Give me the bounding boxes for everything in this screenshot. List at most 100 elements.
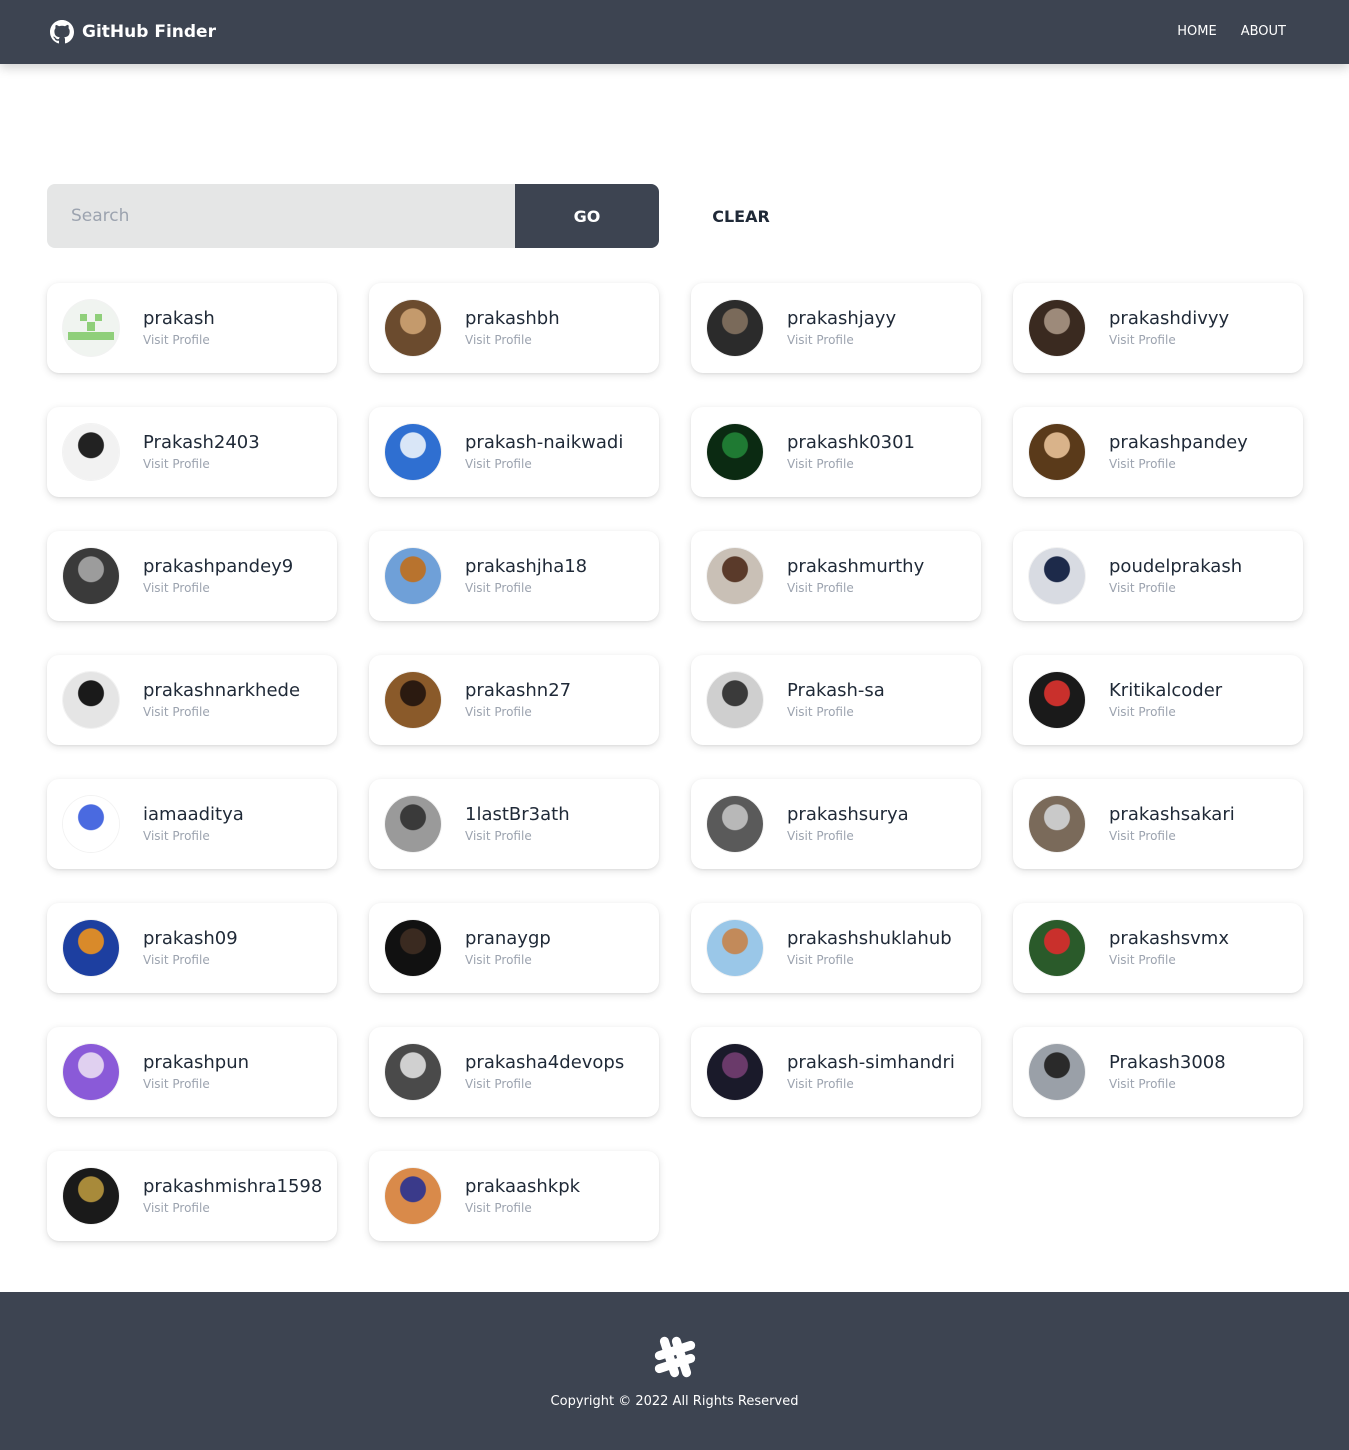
visit-profile-link[interactable]: Visit Profile	[1109, 828, 1235, 844]
visit-profile-link[interactable]: Visit Profile	[787, 952, 952, 968]
visit-profile-link[interactable]: Visit Profile	[787, 332, 896, 348]
user-avatar	[1029, 920, 1085, 976]
user-card-text: prakashmishra1598 Visit Profile	[143, 1176, 322, 1216]
visit-profile-link[interactable]: Visit Profile	[143, 952, 238, 968]
user-card[interactable]: prakashpandey9 Visit Profile	[47, 531, 337, 621]
visit-profile-link[interactable]: Visit Profile	[787, 580, 924, 596]
user-card-text: prakash-naikwadi Visit Profile	[465, 432, 623, 472]
clear-button[interactable]: CLEAR	[683, 184, 799, 248]
visit-profile-link[interactable]: Visit Profile	[143, 580, 293, 596]
visit-profile-link[interactable]: Visit Profile	[143, 332, 215, 348]
user-card[interactable]: prakash09 Visit Profile	[47, 903, 337, 993]
user-card[interactable]: prakashsurya Visit Profile	[691, 779, 981, 869]
nav-about-link[interactable]: ABOUT	[1241, 24, 1286, 39]
search-input[interactable]	[47, 184, 515, 248]
user-login: prakashjha18	[465, 556, 588, 577]
user-login: Kritikalcoder	[1109, 680, 1223, 701]
visit-profile-link[interactable]: Visit Profile	[465, 952, 551, 968]
user-card[interactable]: prakashpun Visit Profile	[47, 1027, 337, 1117]
visit-profile-link[interactable]: Visit Profile	[465, 580, 587, 596]
user-card[interactable]: prakashk0301 Visit Profile	[691, 407, 981, 497]
user-login: prakashmishra1598	[143, 1176, 323, 1197]
user-card-text: Prakash3008 Visit Profile	[1109, 1052, 1226, 1092]
visit-profile-link[interactable]: Visit Profile	[143, 1200, 322, 1216]
visit-profile-link[interactable]: Visit Profile	[1109, 1076, 1226, 1092]
user-login: prakashshuklahub	[787, 928, 952, 949]
user-avatar	[707, 548, 763, 604]
user-card[interactable]: Prakash3008 Visit Profile	[1013, 1027, 1303, 1117]
user-avatar	[1029, 548, 1085, 604]
user-card[interactable]: prakash-simhandri Visit Profile	[691, 1027, 981, 1117]
user-grid: prakash Visit Profile prakashbh Visit Profi…	[47, 283, 1303, 1241]
visit-profile-link[interactable]: Visit Profile	[143, 456, 260, 472]
user-card[interactable]: iamaaditya Visit Profile	[47, 779, 337, 869]
user-card[interactable]: prakashshuklahub Visit Profile	[691, 903, 981, 993]
visit-profile-link[interactable]: Visit Profile	[787, 1076, 955, 1092]
user-card[interactable]: prakashmishra1598 Visit Profile	[47, 1151, 337, 1241]
go-button[interactable]: GO	[515, 184, 659, 248]
user-card[interactable]: prakashn27 Visit Profile	[369, 655, 659, 745]
user-card[interactable]: prakashnarkhede Visit Profile	[47, 655, 337, 745]
visit-profile-link[interactable]: Visit Profile	[465, 828, 570, 844]
brand[interactable]: GitHub Finder	[50, 20, 216, 44]
visit-profile-link[interactable]: Visit Profile	[465, 704, 571, 720]
user-avatar	[385, 1044, 441, 1100]
visit-profile-link[interactable]: Visit Profile	[465, 1076, 624, 1092]
user-card-text: prakashjha18 Visit Profile	[465, 556, 587, 596]
user-card[interactable]: prakash-naikwadi Visit Profile	[369, 407, 659, 497]
user-card[interactable]: Prakash2403 Visit Profile	[47, 407, 337, 497]
user-login: prakashnarkhede	[143, 680, 301, 701]
user-card[interactable]: pranaygp Visit Profile	[369, 903, 659, 993]
user-card[interactable]: prakaashkpk Visit Profile	[369, 1151, 659, 1241]
visit-profile-link[interactable]: Visit Profile	[1109, 704, 1222, 720]
visit-profile-link[interactable]: Visit Profile	[787, 704, 885, 720]
visit-profile-link[interactable]: Visit Profile	[465, 332, 560, 348]
user-card[interactable]: prakashjha18 Visit Profile	[369, 531, 659, 621]
user-login: iamaaditya	[143, 804, 244, 825]
user-login: prakashsakari	[1109, 804, 1235, 825]
user-card[interactable]: prakashjayy Visit Profile	[691, 283, 981, 373]
user-card-text: prakasha4devops Visit Profile	[465, 1052, 624, 1092]
user-card-text: 1lastBr3ath Visit Profile	[465, 804, 570, 844]
user-avatar	[1029, 424, 1085, 480]
user-card[interactable]: prakashdivyy Visit Profile	[1013, 283, 1303, 373]
user-card-text: poudelprakash Visit Profile	[1109, 556, 1242, 596]
user-card[interactable]: prakash Visit Profile	[47, 283, 337, 373]
visit-profile-link[interactable]: Visit Profile	[143, 704, 300, 720]
visit-profile-link[interactable]: Visit Profile	[1109, 456, 1248, 472]
user-login: Prakash-sa	[787, 680, 885, 701]
user-card-text: prakash09 Visit Profile	[143, 928, 238, 968]
visit-profile-link[interactable]: Visit Profile	[1109, 580, 1242, 596]
user-avatar	[63, 920, 119, 976]
user-avatar	[385, 424, 441, 480]
copyright-text: Copyright © 2022 All Rights Reserved	[550, 1394, 799, 1409]
visit-profile-link[interactable]: Visit Profile	[1109, 952, 1229, 968]
user-login: prakashpandey	[1109, 432, 1248, 453]
user-card[interactable]: Prakash-sa Visit Profile	[691, 655, 981, 745]
visit-profile-link[interactable]: Visit Profile	[143, 1076, 249, 1092]
user-card[interactable]: prakashsvmx Visit Profile	[1013, 903, 1303, 993]
visit-profile-link[interactable]: Visit Profile	[787, 456, 915, 472]
user-login: prakashpun	[143, 1052, 250, 1073]
visit-profile-link[interactable]: Visit Profile	[1109, 332, 1229, 348]
visit-profile-link[interactable]: Visit Profile	[143, 828, 244, 844]
visit-profile-link[interactable]: Visit Profile	[787, 828, 909, 844]
user-avatar	[385, 548, 441, 604]
nav-links: HOME ABOUT	[1177, 24, 1286, 39]
user-avatar	[63, 300, 119, 356]
user-card[interactable]: poudelprakash Visit Profile	[1013, 531, 1303, 621]
visit-profile-link[interactable]: Visit Profile	[465, 456, 623, 472]
user-card[interactable]: prakashsakari Visit Profile	[1013, 779, 1303, 869]
user-card[interactable]: prakashbh Visit Profile	[369, 283, 659, 373]
user-card-text: iamaaditya Visit Profile	[143, 804, 244, 844]
user-avatar	[707, 424, 763, 480]
user-card[interactable]: 1lastBr3ath Visit Profile	[369, 779, 659, 869]
user-card[interactable]: prakasha4devops Visit Profile	[369, 1027, 659, 1117]
user-login: prakashn27	[465, 680, 572, 701]
user-card[interactable]: prakashpandey Visit Profile	[1013, 407, 1303, 497]
user-login: prakaashkpk	[465, 1176, 581, 1197]
visit-profile-link[interactable]: Visit Profile	[465, 1200, 580, 1216]
user-card[interactable]: prakashmurthy Visit Profile	[691, 531, 981, 621]
nav-home-link[interactable]: HOME	[1177, 24, 1216, 39]
user-card[interactable]: Kritikalcoder Visit Profile	[1013, 655, 1303, 745]
